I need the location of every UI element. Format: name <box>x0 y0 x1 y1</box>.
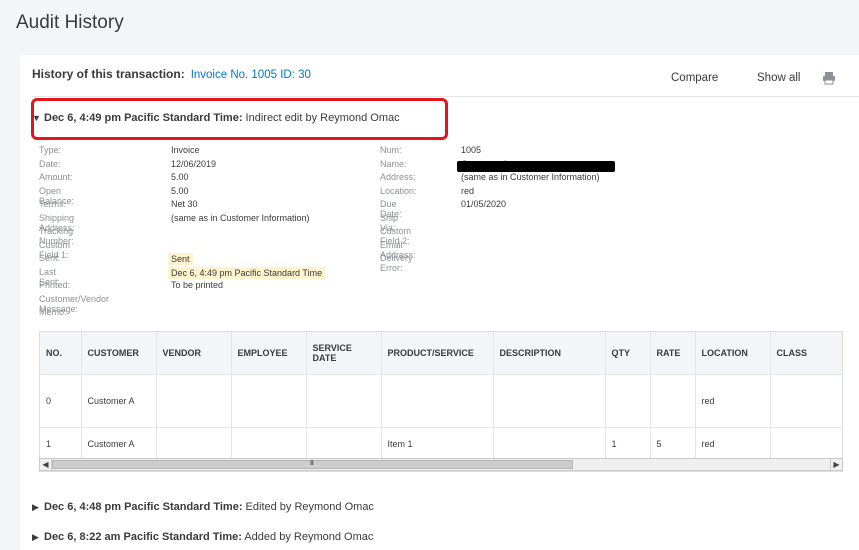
detail-label: Printed: <box>39 280 71 290</box>
detail-label: Sent: <box>39 253 61 263</box>
table-header-row: NO. CUSTOMER VENDOR EMPLOYEE SERVICE DATE PRO… <box>40 332 842 374</box>
table-cell <box>770 373 842 427</box>
table-cell <box>156 373 232 427</box>
table-cell: red <box>695 373 771 427</box>
table-cell: 5 <box>650 426 696 461</box>
line-items-table: NO. CUSTOMER VENDOR EMPLOYEE SERVICE DATE PRO… <box>39 331 843 472</box>
table-cell: Customer A <box>81 426 157 461</box>
detail-label: Date: <box>39 158 61 169</box>
transaction-link[interactable]: Invoice No. 1005 ID: 30 <box>191 69 311 81</box>
entry-action: Edited by Reymond Omac <box>242 501 374 513</box>
left-edge-mark: › <box>0 270 1 282</box>
detail-value: Dec 6, 4:49 pm Pacific Standard Time <box>168 266 326 279</box>
detail-value: red <box>461 185 475 196</box>
highlight-annotation <box>31 98 448 140</box>
table-cell <box>231 373 307 427</box>
table-cell: red <box>695 426 771 461</box>
table-row[interactable]: 0 Customer A red <box>40 373 842 427</box>
table-cell <box>493 373 606 427</box>
table-cell <box>306 426 382 461</box>
column-header: EMPLOYEE <box>231 332 307 374</box>
entry-timestamp: Dec 6, 8:22 am Pacific Standard Time: <box>44 531 242 543</box>
entry-action: Added by Reymond Omac <box>241 531 374 543</box>
column-header: PRODUCT/SERVICE <box>381 332 494 374</box>
detail-label: Location: <box>380 185 417 196</box>
column-header: QTY <box>605 332 651 374</box>
expand-triangle-icon[interactable]: ▶ <box>32 532 44 543</box>
scroll-grip: III <box>310 460 314 467</box>
column-header: NO. <box>40 332 82 374</box>
detail-label: Delivery Error: <box>380 253 413 273</box>
audit-history-card: History of this transaction: Invoice No. … <box>20 55 859 550</box>
detail-label: Name: <box>380 158 407 169</box>
detail-label: Type: <box>39 145 62 155</box>
detail-label: Memo: <box>39 307 67 317</box>
column-header: LOCATION <box>695 332 771 374</box>
table-cell: 0 <box>40 373 82 427</box>
column-header: CUSTOMER <box>81 332 157 374</box>
column-header: CLASS <box>770 332 842 374</box>
table-cell <box>605 373 651 427</box>
history-entry-collapsed[interactable]: ▶ Dec 6, 4:48 pm Pacific Standard Time: E… <box>32 501 374 513</box>
detail-value: (same as in Customer Information) <box>171 212 310 223</box>
compare-button[interactable]: Compare <box>671 72 718 84</box>
header-divider <box>32 96 859 97</box>
table-cell: Customer A <box>81 373 157 427</box>
detail-value: 1005 <box>461 145 482 155</box>
entry-timestamp: Dec 6, 4:48 pm Pacific Standard Time: <box>44 501 243 513</box>
history-header: History of this transaction: Invoice No. … <box>32 67 311 81</box>
table-cell: Item 1 <box>381 426 494 461</box>
detail-value: 5.00 <box>171 185 189 196</box>
table-cell <box>306 373 382 427</box>
column-header: VENDOR <box>156 332 232 374</box>
table-cell <box>650 373 696 427</box>
scroll-right-icon[interactable]: ▶ <box>830 459 842 470</box>
email-redaction <box>457 161 615 172</box>
detail-value: Sent <box>168 253 193 265</box>
table-cell <box>493 426 606 461</box>
detail-value: Invoice <box>171 145 200 155</box>
table-cell <box>770 426 842 461</box>
detail-value: To be printed <box>171 280 224 290</box>
scroll-thumb[interactable]: III <box>52 460 573 469</box>
detail-label: Amount: <box>39 172 73 182</box>
column-header: SERVICE DATE <box>306 332 382 374</box>
table-cell <box>231 426 307 461</box>
detail-label: Address: <box>380 172 416 182</box>
detail-label: Num: <box>380 145 402 155</box>
scroll-left-icon[interactable]: ◀ <box>40 459 52 470</box>
horizontal-scrollbar[interactable]: ◀ III ▶ <box>39 458 843 471</box>
printer-icon[interactable] <box>822 71 836 85</box>
table-cell <box>156 426 232 461</box>
table-cell <box>381 373 494 427</box>
detail-value: (same as in Customer Information) <box>461 172 600 182</box>
table-row[interactable]: 1 Customer A Item 1 1 5 red <box>40 426 842 461</box>
detail-value: Net 30 <box>171 199 198 209</box>
detail-value: 5.00 <box>171 172 189 182</box>
column-header: DESCRIPTION <box>493 332 606 374</box>
detail-label: Terms: <box>39 199 66 209</box>
show-all-button[interactable]: Show all <box>757 72 800 84</box>
expand-triangle-icon[interactable]: ▶ <box>32 502 44 513</box>
page-title: Audit History <box>16 12 124 33</box>
detail-value: 12/06/2019 <box>171 158 217 169</box>
table-cell: 1 <box>605 426 651 461</box>
column-header: RATE <box>650 332 696 374</box>
detail-value: 01/05/2020 <box>461 199 507 209</box>
history-entry-collapsed[interactable]: ▶ Dec 6, 8:22 am Pacific Standard Time: A… <box>32 531 373 543</box>
table-cell: 1 <box>40 426 82 461</box>
history-label: History of this transaction: <box>32 67 185 81</box>
